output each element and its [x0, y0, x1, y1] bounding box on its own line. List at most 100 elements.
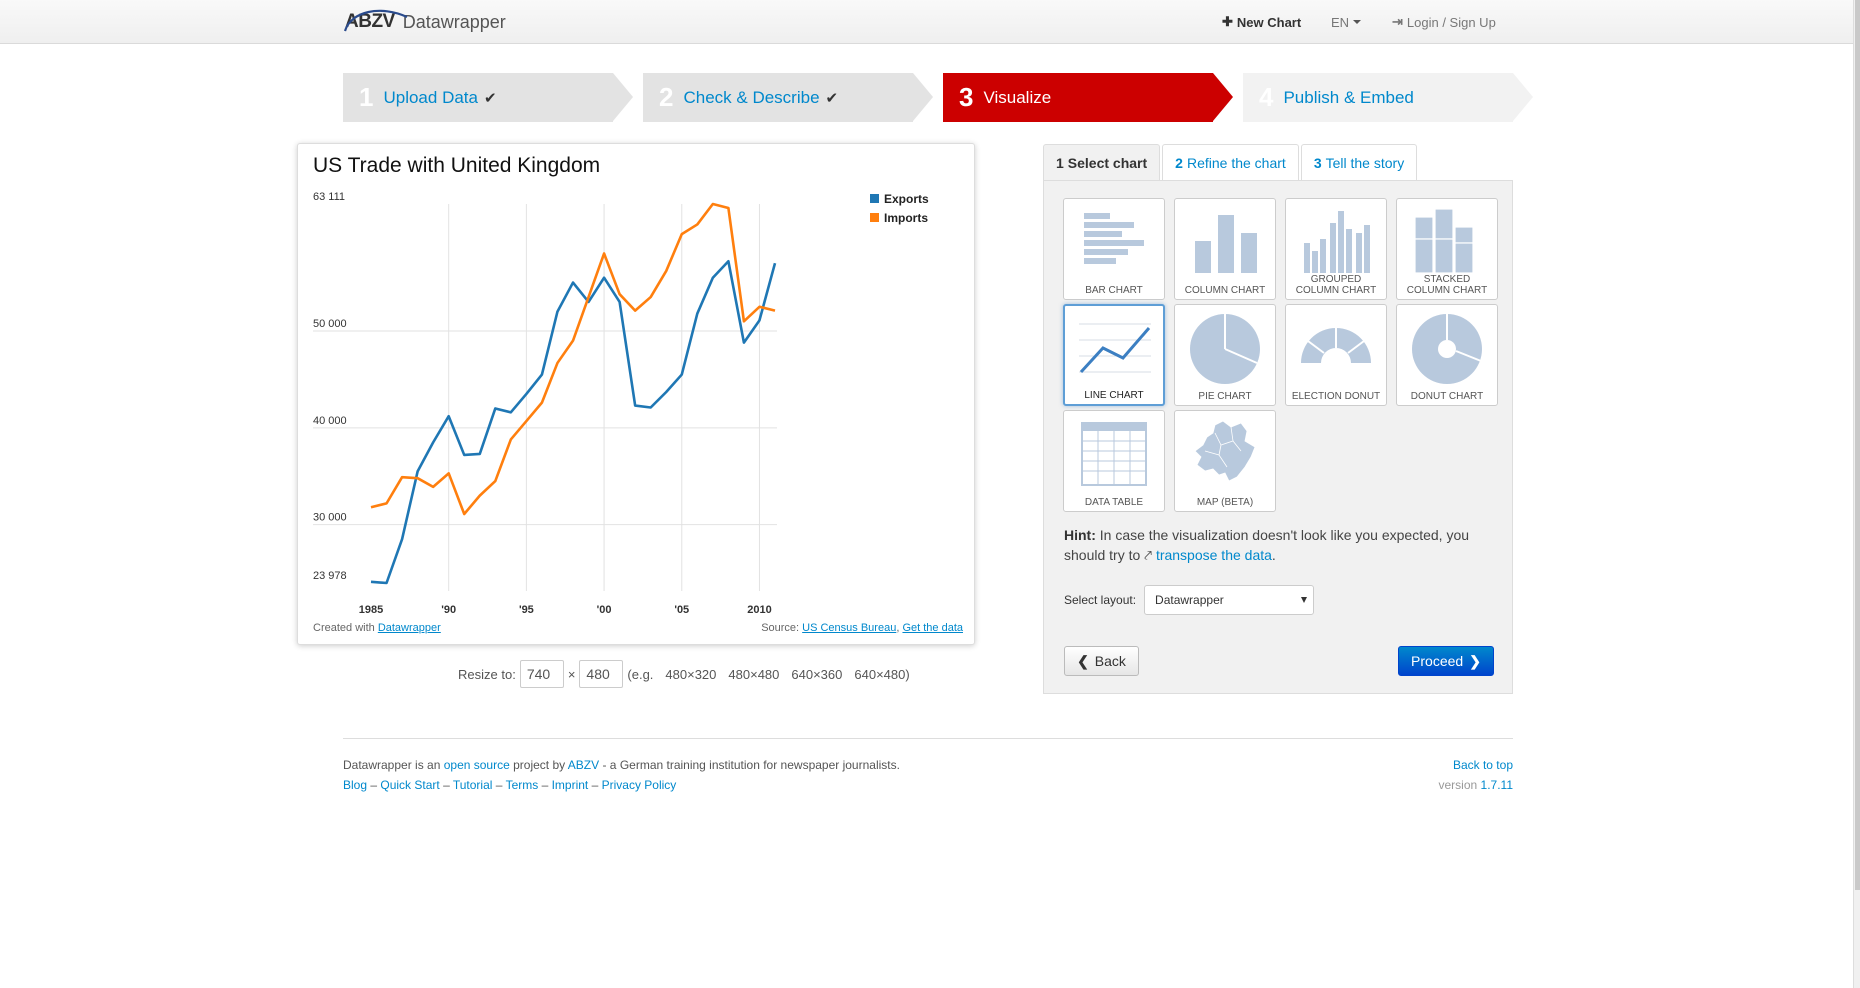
chart-type-label: COLUMN CHART	[1184, 285, 1266, 296]
select-chart-panel: BAR CHART COLUMN CHART GROUPED COLUMN CH…	[1043, 180, 1513, 694]
layout-select[interactable]: Datawrapper	[1144, 585, 1315, 615]
hint-text: Hint: In case the visualization doesn't …	[1064, 525, 1494, 565]
pie-chart-icon	[1190, 314, 1260, 384]
abzv-link[interactable]: ABZV	[568, 758, 599, 772]
step-check-describe[interactable]: 2 Check & Describe ✔	[643, 73, 933, 122]
transpose-icon: ⤤	[1144, 547, 1153, 563]
chart-type-pie[interactable]: PIE CHART	[1174, 304, 1276, 406]
version-label: version	[1438, 778, 1481, 792]
resize-width-input[interactable]	[519, 660, 564, 688]
chart-preview: US Trade with United Kingdom 63 111 50 00…	[297, 143, 975, 645]
times-sign: ×	[567, 666, 576, 682]
y-tick-label: 63 111	[313, 191, 345, 203]
chart-type-label: ELECTION DONUT	[1291, 391, 1381, 402]
series-line-exports	[370, 259, 777, 585]
footer-divider	[343, 738, 1513, 739]
resize-height-input[interactable]	[579, 660, 624, 688]
tab-number: 1	[1056, 154, 1064, 171]
column-chart-icon	[1195, 215, 1257, 273]
chevron-right-icon: ❯	[1469, 652, 1481, 669]
footer-right: Back to top version 1.7.11	[1438, 755, 1513, 795]
resize-preset[interactable]: 480×320	[665, 667, 716, 682]
legend-swatch	[870, 194, 879, 203]
chart-type-stacked-column[interactable]: STACKED COLUMN CHART	[1396, 198, 1498, 300]
resize-label: Resize to:	[458, 666, 516, 682]
footer-links: Blog – Quick Start – Tutorial – Terms – …	[343, 775, 1513, 795]
open-source-link[interactable]: open source	[444, 758, 510, 772]
step-label: Visualize	[983, 87, 1052, 107]
step-number: 4	[1259, 82, 1274, 112]
transpose-data-link[interactable]: transpose the data	[1156, 547, 1272, 563]
app-name: Datawrapper	[402, 11, 506, 32]
step-number: 1	[359, 82, 374, 112]
footer-text: Datawrapper is an	[343, 758, 444, 772]
page-scrollbar[interactable]	[1853, 0, 1860, 988]
chart-legend: Exports Imports	[870, 189, 929, 227]
version-link[interactable]: 1.7.11	[1481, 778, 1513, 792]
back-button[interactable]: ❮ Back	[1064, 646, 1139, 676]
bar-chart-icon	[1084, 213, 1144, 264]
imprint-link[interactable]: Imprint	[552, 778, 589, 792]
chart-type-line[interactable]: LINE CHART	[1063, 304, 1165, 406]
tab-number: 2	[1175, 154, 1183, 171]
quick-start-link[interactable]: Quick Start	[380, 778, 439, 792]
scrollbar-thumb[interactable]	[1855, 0, 1860, 890]
tab-label: Select chart	[1067, 154, 1148, 171]
chart-type-label: DATA TABLE	[1084, 497, 1144, 508]
resize-preset[interactable]: 480×480	[728, 667, 779, 682]
chart-type-label: BAR CHART	[1085, 285, 1143, 296]
x-tick-label: '00	[597, 604, 612, 614]
donut-chart-icon	[1412, 314, 1482, 384]
chart-type-label: STACKED COLUMN CHART	[1406, 274, 1488, 296]
back-to-top-link[interactable]: Back to top	[1453, 758, 1513, 772]
get-data-link[interactable]: Get the data	[902, 622, 963, 634]
login-link[interactable]: ⇥ Login / Sign Up	[1392, 0, 1496, 44]
footer-sep: –	[588, 778, 602, 792]
chart-type-label: LINE CHART	[1084, 390, 1144, 401]
step-number: 2	[659, 82, 674, 112]
caret-down-icon	[1353, 20, 1362, 24]
chart-footer: Created with Datawrapper Source: US Cens…	[313, 622, 963, 634]
chart-type-data-table[interactable]: DATA TABLE	[1063, 410, 1165, 512]
brand[interactable]: ABZV Datawrapper	[343, 6, 506, 38]
chart-type-election-donut[interactable]: ELECTION DONUT	[1285, 304, 1387, 406]
datawrapper-link[interactable]: Datawrapper	[378, 622, 441, 634]
check-icon: ✔	[483, 89, 497, 107]
tutorial-link[interactable]: Tutorial	[453, 778, 493, 792]
chart-type-donut[interactable]: DONUT CHART	[1396, 304, 1498, 406]
terms-link[interactable]: Terms	[506, 778, 539, 792]
step-number: 3	[959, 82, 974, 112]
chart-type-map[interactable]: MAP (BETA)	[1174, 410, 1276, 512]
tab-select-chart[interactable]: 1 Select chart	[1043, 144, 1161, 180]
footer-sep: –	[538, 778, 552, 792]
privacy-policy-link[interactable]: Privacy Policy	[602, 778, 677, 792]
step-upload-data[interactable]: 1 Upload Data ✔	[343, 73, 633, 122]
tab-refine-chart[interactable]: 2 Refine the chart	[1162, 144, 1299, 180]
x-tick-label: '90	[441, 604, 456, 614]
legend-label: Imports	[884, 210, 929, 225]
proceed-button[interactable]: Proceed ❯	[1398, 646, 1494, 676]
language-dropdown[interactable]: EN	[1331, 0, 1362, 44]
login-icon: ⇥	[1392, 14, 1403, 29]
new-chart-link[interactable]: ✚ New Chart	[1222, 0, 1301, 44]
footer-text: - a German training institution for news…	[599, 758, 900, 772]
step-publish-embed[interactable]: 4 Publish & Embed	[1243, 73, 1533, 122]
chevron-left-icon: ❮	[1077, 652, 1089, 669]
page-footer: Datawrapper is an open source project by…	[343, 755, 1513, 795]
resize-preset[interactable]: 640×480)	[854, 667, 909, 682]
footer-text: project by	[509, 758, 568, 772]
chart-type-bar[interactable]: BAR CHART	[1063, 198, 1165, 300]
data-table-icon	[1081, 422, 1147, 486]
footer-sep: –	[439, 778, 453, 792]
step-visualize[interactable]: 3 Visualize	[943, 73, 1233, 122]
tab-tell-story[interactable]: 3 Tell the story	[1300, 144, 1418, 180]
layout-label: Select layout:	[1064, 593, 1137, 607]
back-label: Back	[1094, 653, 1126, 669]
chart-type-column[interactable]: COLUMN CHART	[1174, 198, 1276, 300]
tab-number: 3	[1313, 154, 1322, 171]
resize-preset[interactable]: 640×360	[791, 667, 842, 682]
blog-link[interactable]: Blog	[343, 778, 367, 792]
source-link[interactable]: US Census Bureau	[802, 622, 896, 634]
grouped-column-chart-icon	[1304, 211, 1370, 273]
chart-type-grouped-column[interactable]: GROUPED COLUMN CHART	[1285, 198, 1387, 300]
